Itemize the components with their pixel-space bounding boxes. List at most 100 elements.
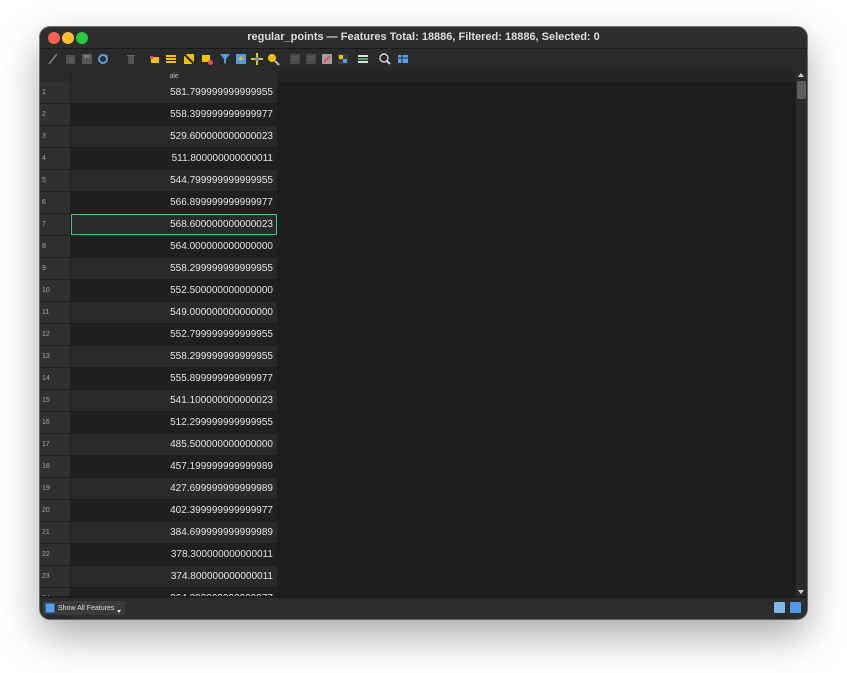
row-number-header[interactable]: 19 [40,478,70,499]
row-number-header[interactable]: 6 [40,192,70,213]
zoom-to-selected-icon[interactable] [266,52,280,66]
delete-field-icon[interactable] [304,52,318,66]
scroll-thumb[interactable] [797,81,806,99]
table-cell-ale[interactable]: 485.500000000000000 [71,434,277,455]
table-cell-ale[interactable]: 566.899999999999977 [71,192,277,213]
row-number-header[interactable]: 2 [40,104,70,125]
attribute-table-grid[interactable]: ale 1 581.799999999999955 2 558.39999999999… [40,71,796,596]
table-row[interactable]: 1 581.799999999999955 [40,82,277,103]
table-corner-header[interactable] [40,71,70,82]
table-row[interactable]: 10 552.500000000000000 [40,280,277,301]
row-number-header[interactable]: 11 [40,302,70,323]
filter-select-icon[interactable] [218,52,232,66]
row-number-header[interactable]: 1 [40,82,70,103]
table-cell-ale[interactable]: 402.399999999999977 [71,500,277,521]
select-all-icon[interactable] [164,52,178,66]
form-view-icon[interactable] [774,602,785,613]
table-row[interactable]: 23 374.800000000000011 [40,566,277,587]
table-row[interactable]: 20 402.399999999999977 [40,500,277,521]
row-number-header[interactable]: 17 [40,434,70,455]
row-number-header[interactable]: 9 [40,258,70,279]
select-expression-icon[interactable] [148,52,162,66]
table-row[interactable]: 8 564.000000000000000 [40,236,277,257]
table-row[interactable]: 12 552.799999999999955 [40,324,277,345]
table-cell-ale[interactable]: 558.299999999999955 [71,346,277,367]
scroll-up-arrow-icon[interactable] [798,73,804,77]
invert-selection-icon[interactable] [182,52,196,66]
table-cell-ale[interactable]: 512.299999999999955 [71,412,277,433]
table-row[interactable]: 22 378.300000000000011 [40,544,277,565]
row-number-header[interactable]: 15 [40,390,70,411]
row-number-header[interactable]: 13 [40,346,70,367]
table-cell-ale[interactable]: 558.299999999999955 [71,258,277,279]
multi-edit-icon[interactable] [64,52,78,66]
table-cell-ale[interactable]: 555.899999999999977 [71,368,277,389]
vertical-scrollbar[interactable] [796,71,807,596]
table-cell-ale[interactable]: 374.800000000000011 [71,566,277,587]
table-cell-ale[interactable]: 529.600000000000023 [71,126,277,147]
table-row[interactable]: 24364.399999999999977 [40,588,277,596]
table-cell-ale[interactable]: 552.799999999999955 [71,324,277,345]
row-number-header[interactable]: 20 [40,500,70,521]
dock-icon[interactable] [378,52,392,66]
table-row[interactable]: 19 427.699999999999989 [40,478,277,499]
table-row[interactable]: 13 558.299999999999955 [40,346,277,367]
row-number-header[interactable]: 18 [40,456,70,477]
table-cell-ale[interactable]: 549.000000000000000 [71,302,277,323]
table-view-icon[interactable] [396,52,410,66]
row-number-header[interactable]: 21 [40,522,70,543]
table-row[interactable]: 21 384.699999999999989 [40,522,277,543]
move-selection-top-icon[interactable] [234,52,248,66]
table-cell-ale[interactable]: 552.500000000000000 [71,280,277,301]
table-cell-ale[interactable]: 541.100000000000023 [71,390,277,411]
row-number-header[interactable]: 16 [40,412,70,433]
table-row[interactable]: 6 566.899999999999977 [40,192,277,213]
table-row[interactable]: 17 485.500000000000000 [40,434,277,455]
row-number-header[interactable]: 23 [40,566,70,587]
field-calculator-icon[interactable] [320,52,334,66]
table-cell-ale[interactable]: 544.799999999999955 [71,170,277,191]
table-cell-ale[interactable]: 457.199999999999989 [71,456,277,477]
table-row[interactable]: 7 568.600000000000023 [40,214,277,235]
table-row[interactable]: 14 555.899999999999977 [40,368,277,389]
table-row[interactable]: 9 558.299999999999955 [40,258,277,279]
table-row[interactable]: 5 544.799999999999955 [40,170,277,191]
table-cell-ale[interactable]: 427.699999999999989 [71,478,277,499]
conditional-formatting-icon[interactable] [336,52,350,66]
table-view-toggle-icon[interactable] [790,602,801,613]
save-edits-icon[interactable] [80,52,94,66]
table-row[interactable]: 11 549.000000000000000 [40,302,277,323]
table-row[interactable]: 16 512.299999999999955 [40,412,277,433]
table-row[interactable]: 3 529.600000000000023 [40,126,277,147]
delete-feature-icon[interactable] [124,52,138,66]
table-cell-ale[interactable]: 384.699999999999989 [71,522,277,543]
actions-icon[interactable] [356,52,370,66]
table-cell-ale[interactable]: 564.000000000000000 [71,236,277,257]
show-all-features-dropdown[interactable]: Show All Features [43,601,126,615]
column-header-ale[interactable]: ale [71,71,277,82]
toggle-editing-icon[interactable] [46,52,60,66]
row-number-header[interactable]: 3 [40,126,70,147]
row-number-header[interactable]: 7 [40,214,70,235]
table-cell-ale[interactable]: 568.600000000000023 [71,214,277,235]
row-number-header[interactable]: 24 [40,588,70,596]
row-number-header[interactable]: 22 [40,544,70,565]
table-cell-ale[interactable]: 581.799999999999955 [71,82,277,103]
table-cell-ale[interactable]: 511.800000000000011 [71,148,277,169]
row-number-header[interactable]: 4 [40,148,70,169]
reload-icon[interactable] [96,52,110,66]
pan-to-selected-icon[interactable] [250,52,264,66]
row-number-header[interactable]: 5 [40,170,70,191]
table-cell-ale[interactable]: 378.300000000000011 [71,544,277,565]
row-number-header[interactable]: 10 [40,280,70,301]
table-row[interactable]: 18 457.199999999999989 [40,456,277,477]
table-row[interactable]: 15 541.100000000000023 [40,390,277,411]
new-field-icon[interactable] [288,52,302,66]
table-cell-ale[interactable]: 364.399999999999977 [71,588,277,596]
deselect-all-icon[interactable] [200,52,214,66]
row-number-header[interactable]: 14 [40,368,70,389]
table-cell-ale[interactable]: 558.399999999999977 [71,104,277,125]
table-row[interactable]: 2 558.399999999999977 [40,104,277,125]
scroll-down-arrow-icon[interactable] [798,590,804,594]
table-row[interactable]: 4 511.800000000000011 [40,148,277,169]
